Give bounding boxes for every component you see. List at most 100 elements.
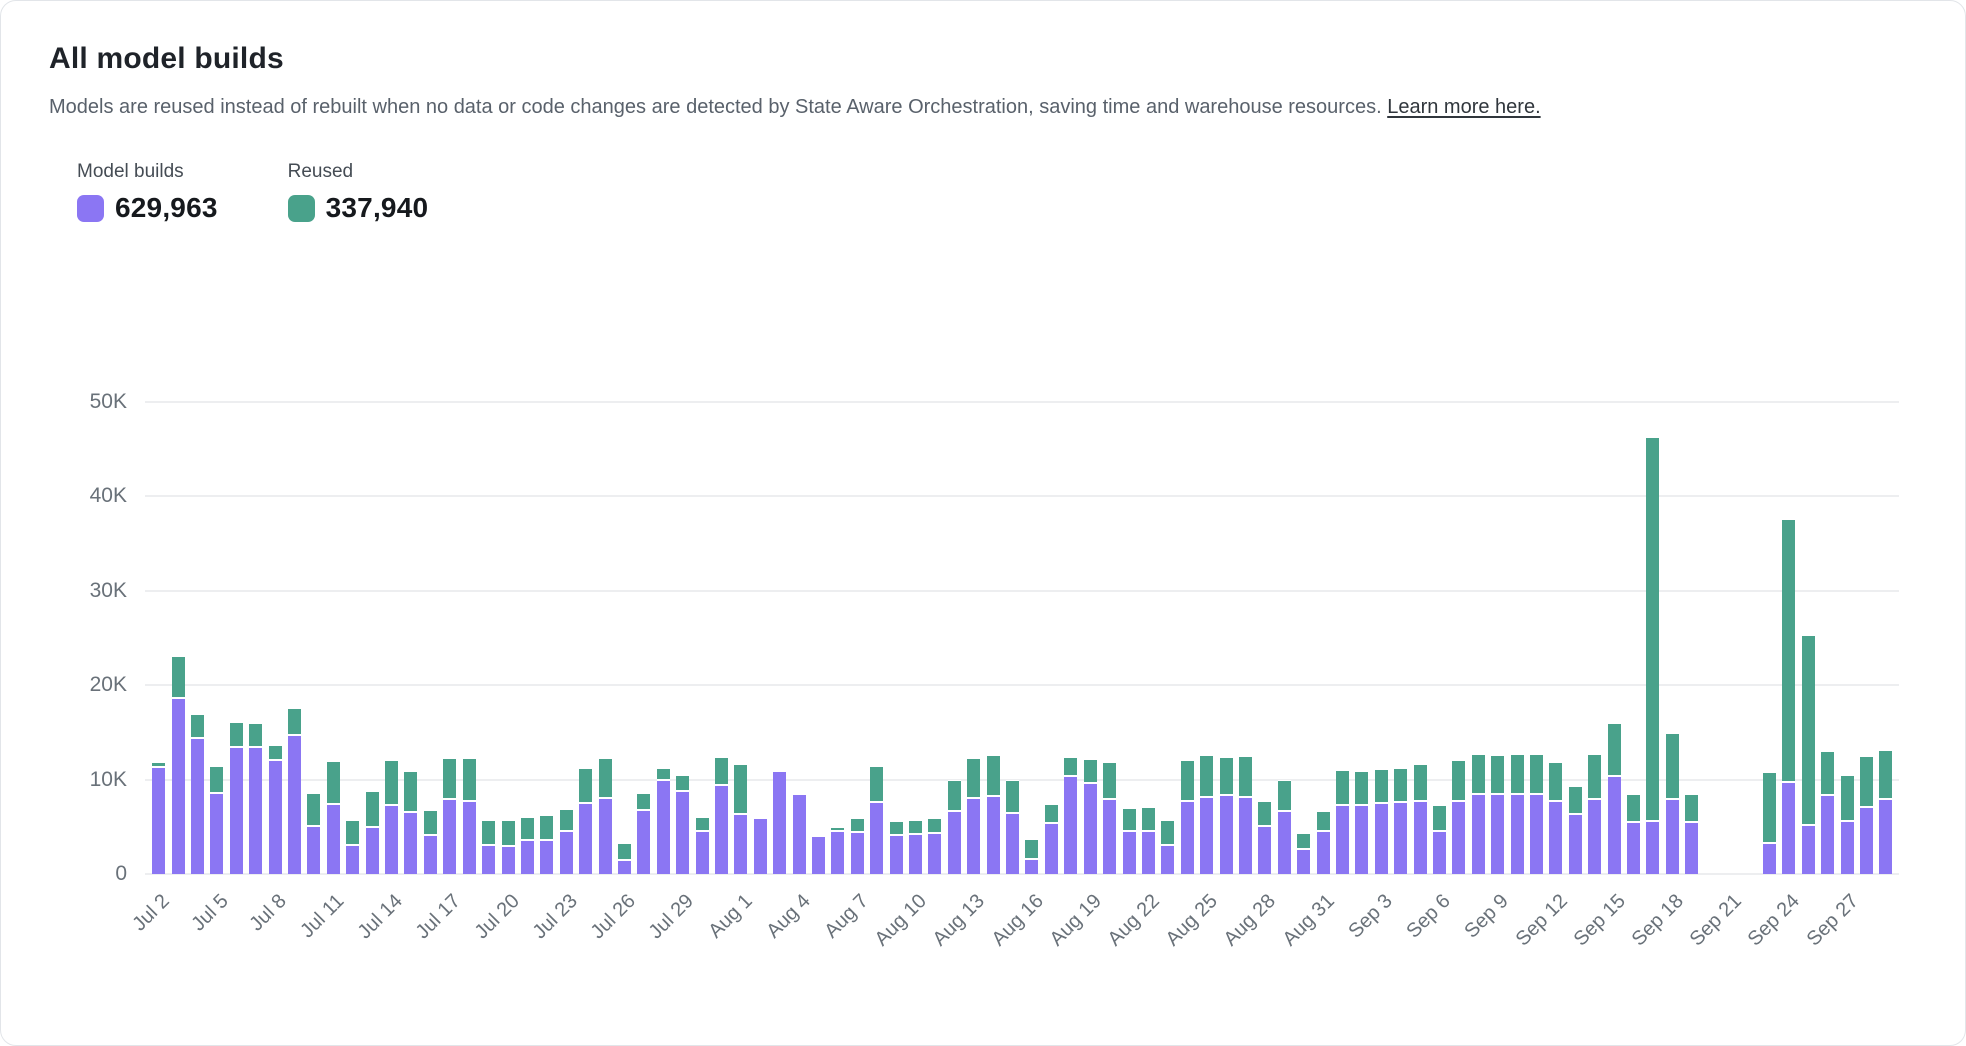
bar-aug-31[interactable] xyxy=(1317,811,1330,874)
bar-reused-segment[interactable] xyxy=(987,755,1000,797)
bar-builds-segment[interactable] xyxy=(890,836,903,874)
bar-reused-segment[interactable] xyxy=(1161,820,1174,846)
bar-sep-6[interactable] xyxy=(1433,805,1446,874)
bar-reused-segment[interactable] xyxy=(482,820,495,846)
bar-builds-segment[interactable] xyxy=(404,813,417,874)
bar-aug-25[interactable] xyxy=(1200,755,1213,874)
bar-sep-18[interactable] xyxy=(1666,733,1679,874)
bar-reused-segment[interactable] xyxy=(1258,801,1271,827)
bar-aug-29[interactable] xyxy=(1278,780,1291,874)
bar-sep-23[interactable] xyxy=(1763,772,1776,874)
bar-jul-19[interactable] xyxy=(482,820,495,874)
bar-reused-segment[interactable] xyxy=(1627,794,1640,823)
bar-reused-segment[interactable] xyxy=(1045,804,1058,824)
bar-reused-segment[interactable] xyxy=(1452,760,1465,803)
bar-reused-segment[interactable] xyxy=(599,758,612,800)
bar-builds-segment[interactable] xyxy=(152,768,165,874)
bar-builds-segment[interactable] xyxy=(1355,806,1368,874)
bar-builds-segment[interactable] xyxy=(560,832,573,874)
bar-builds-segment[interactable] xyxy=(851,833,864,874)
bar-builds-segment[interactable] xyxy=(734,815,747,874)
bar-builds-segment[interactable] xyxy=(540,841,553,874)
bar-aug-10[interactable] xyxy=(909,820,922,874)
bar-reused-segment[interactable] xyxy=(1491,755,1504,795)
bar-aug-24[interactable] xyxy=(1181,760,1194,874)
bar-builds-segment[interactable] xyxy=(230,748,243,874)
bar-builds-segment[interactable] xyxy=(1685,823,1698,874)
bar-reused-segment[interactable] xyxy=(1181,760,1194,803)
bar-aug-14[interactable] xyxy=(987,755,1000,874)
bar-builds-segment[interactable] xyxy=(1123,832,1136,874)
bar-reused-segment[interactable] xyxy=(1588,754,1601,800)
bar-aug-9[interactable] xyxy=(890,821,903,874)
bar-aug-22[interactable] xyxy=(1142,807,1155,874)
bar-sep-15[interactable] xyxy=(1608,723,1621,874)
bar-reused-segment[interactable] xyxy=(1375,769,1388,804)
bar-reused-segment[interactable] xyxy=(307,793,320,827)
bar-builds-segment[interactable] xyxy=(599,799,612,874)
bar-builds-segment[interactable] xyxy=(1549,802,1562,874)
bar-builds-segment[interactable] xyxy=(870,803,883,874)
bar-reused-segment[interactable] xyxy=(1511,754,1524,795)
bar-builds-segment[interactable] xyxy=(366,828,379,874)
bar-reused-segment[interactable] xyxy=(1666,733,1679,800)
bar-builds-segment[interactable] xyxy=(1064,777,1077,874)
bar-aug-1[interactable] xyxy=(734,764,747,874)
bar-jul-11[interactable] xyxy=(327,761,340,874)
bar-reused-segment[interactable] xyxy=(1646,437,1659,822)
bar-builds-segment[interactable] xyxy=(1142,832,1155,874)
bar-reused-segment[interactable] xyxy=(249,723,262,748)
bar-aug-18[interactable] xyxy=(1064,757,1077,874)
bar-builds-segment[interactable] xyxy=(327,805,340,874)
bar-reused-segment[interactable] xyxy=(366,791,379,828)
bar-reused-segment[interactable] xyxy=(1782,519,1795,783)
bar-reused-segment[interactable] xyxy=(734,764,747,815)
bar-reused-segment[interactable] xyxy=(696,817,709,831)
bar-sep-9[interactable] xyxy=(1491,755,1504,874)
bar-builds-segment[interactable] xyxy=(1860,808,1873,874)
bar-reused-segment[interactable] xyxy=(269,745,282,760)
bar-jul-5[interactable] xyxy=(210,766,223,874)
bar-builds-segment[interactable] xyxy=(1802,826,1815,874)
bar-reused-segment[interactable] xyxy=(1821,751,1834,796)
bar-aug-30[interactable] xyxy=(1297,833,1310,874)
bar-sep-16[interactable] xyxy=(1627,794,1640,874)
bar-jul-8[interactable] xyxy=(269,745,282,874)
bar-reused-segment[interactable] xyxy=(1763,772,1776,844)
bar-reused-segment[interactable] xyxy=(967,758,980,800)
bar-sep-28[interactable] xyxy=(1860,756,1873,874)
bar-builds-segment[interactable] xyxy=(1258,827,1271,874)
bar-aug-12[interactable] xyxy=(948,780,961,874)
bar-jul-17[interactable] xyxy=(443,758,456,874)
bar-jul-21[interactable] xyxy=(521,817,534,874)
bar-builds-segment[interactable] xyxy=(793,795,806,874)
bar-reused-segment[interactable] xyxy=(1685,794,1698,823)
bar-builds-segment[interactable] xyxy=(1317,832,1330,874)
bar-reused-segment[interactable] xyxy=(618,843,631,861)
bar-builds-segment[interactable] xyxy=(928,834,941,874)
bar-builds-segment[interactable] xyxy=(502,847,515,874)
bar-builds-segment[interactable] xyxy=(1084,784,1097,874)
bar-builds-segment[interactable] xyxy=(269,761,282,874)
bar-reused-segment[interactable] xyxy=(1860,756,1873,808)
bar-aug-20[interactable] xyxy=(1103,762,1116,874)
bar-reused-segment[interactable] xyxy=(851,818,864,833)
bar-builds-segment[interactable] xyxy=(637,811,650,874)
bar-reused-segment[interactable] xyxy=(637,793,650,811)
bar-builds-segment[interactable] xyxy=(579,804,592,874)
bar-builds-segment[interactable] xyxy=(1511,795,1524,874)
bar-aug-4[interactable] xyxy=(793,795,806,874)
bar-builds-segment[interactable] xyxy=(1336,806,1349,874)
bar-reused-segment[interactable] xyxy=(1355,771,1368,806)
bar-jul-2[interactable] xyxy=(152,762,165,874)
bar-builds-segment[interactable] xyxy=(249,748,262,874)
bar-reused-segment[interactable] xyxy=(909,820,922,835)
bar-builds-segment[interactable] xyxy=(1588,800,1601,874)
bar-jul-3[interactable] xyxy=(172,656,185,874)
bar-builds-segment[interactable] xyxy=(1278,812,1291,874)
bar-reused-segment[interactable] xyxy=(1317,811,1330,832)
bar-reused-segment[interactable] xyxy=(502,820,515,847)
bar-builds-segment[interactable] xyxy=(521,841,534,874)
bar-sep-2[interactable] xyxy=(1355,771,1368,874)
bar-reused-segment[interactable] xyxy=(1278,780,1291,811)
